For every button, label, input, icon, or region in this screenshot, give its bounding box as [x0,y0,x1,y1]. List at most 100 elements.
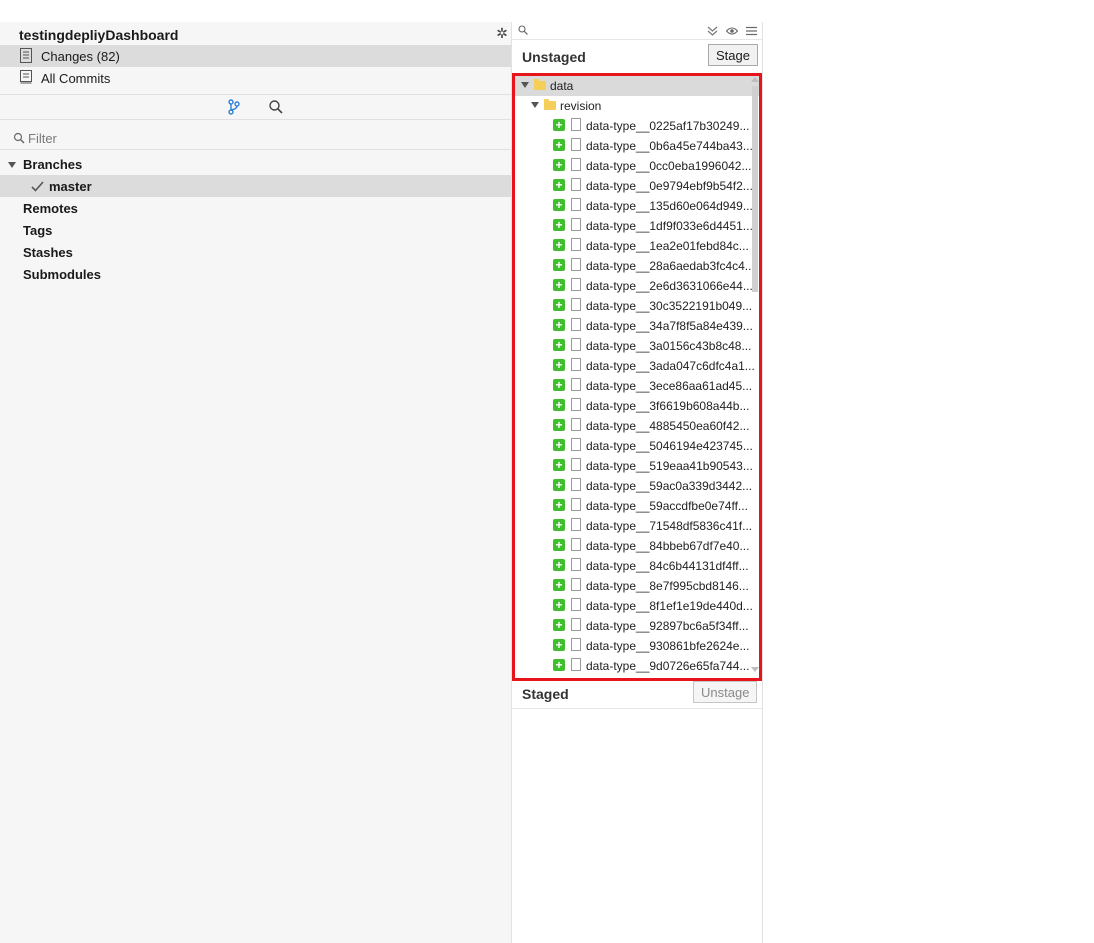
file-icon [571,238,581,251]
added-status-icon: + [553,319,565,331]
double-chevron-down-icon[interactable] [707,26,718,37]
added-status-icon: + [553,459,565,471]
file-row[interactable]: + data-type__28a6aedab3fc4c4... [515,256,759,276]
file-row[interactable]: + data-type__84bbeb67df7e40... [515,536,759,556]
file-icon [571,578,581,591]
stage-button[interactable]: Stage [708,44,758,66]
added-status-icon: + [553,219,565,231]
added-status-icon: + [553,199,565,211]
added-status-icon: + [553,499,565,511]
remotes-label: Remotes [23,201,78,216]
eye-icon[interactable] [726,26,738,36]
nav-changes-label: Changes (82) [41,49,120,64]
branch-icon[interactable] [226,99,242,115]
file-icon [571,178,581,191]
file-icon [571,378,581,391]
file-row[interactable]: + data-type__3ece86aa61ad45... [515,376,759,396]
divider [0,94,511,95]
divider [0,149,511,150]
file-icon [571,338,581,351]
folder-row-data[interactable]: data [515,76,759,96]
filter-input[interactable] [6,128,506,148]
scroll-down-icon[interactable] [751,667,759,672]
unstage-button[interactable]: Unstage [693,681,758,703]
gear-icon[interactable]: ✲ [495,26,509,40]
folder-row-revision[interactable]: revision [515,96,759,116]
file-name: data-type__1df9f033e6d4451... [586,219,753,233]
file-row[interactable]: + data-type__71548df5836c41f... [515,516,759,536]
added-status-icon: + [553,379,565,391]
tree-stashes[interactable]: Stashes [0,241,511,263]
file-row[interactable]: + data-type__1df9f033e6d4451... [515,216,759,236]
file-row[interactable]: + data-type__0b6a45e744ba43... [515,136,759,156]
file-name: data-type__8f1ef1e19de440d... [586,599,753,613]
added-status-icon: + [553,659,565,671]
file-row[interactable]: + data-type__3f6619b608a44b... [515,396,759,416]
unstaged-file-tree[interactable]: data revision + data-type__0225af17b30249… [512,73,762,681]
file-row[interactable]: + data-type__9d0726e65fa744... [515,656,759,676]
file-row[interactable]: + data-type__519eaa41b90543... [515,456,759,476]
file-row[interactable]: + data-type__84c6b44131df4ff... [515,556,759,576]
file-icon [571,558,581,571]
file-name: data-type__3ada047c6dfc4a1... [586,359,755,373]
file-row[interactable]: + data-type__92897bc6a5f34ff... [515,616,759,636]
file-name: data-type__30c3522191b049... [586,299,753,313]
scrollbar[interactable] [751,76,759,678]
file-icon [571,318,581,331]
file-name: data-type__0b6a45e744ba43... [586,139,753,153]
file-icon [571,258,581,271]
file-row[interactable]: + data-type__3a0156c43b8c48... [515,336,759,356]
file-icon [571,218,581,231]
caret-down-icon[interactable] [531,102,539,108]
file-row[interactable]: + data-type__4885450ea60f42... [515,416,759,436]
added-status-icon: + [553,159,565,171]
tree-branches[interactable]: Branches [0,153,511,175]
file-row[interactable]: + data-type__135d60e064d949... [515,196,759,216]
added-status-icon: + [553,279,565,291]
added-status-icon: + [553,179,565,191]
added-status-icon: + [553,599,565,611]
file-row[interactable]: + data-type__2e6d3631066e44... [515,276,759,296]
folder-icon [544,99,556,110]
added-status-icon: + [553,239,565,251]
current-branch-label: master [49,179,92,194]
caret-down-icon[interactable] [8,162,16,168]
nav-changes[interactable]: Changes (82) [0,45,511,67]
file-icon [571,498,581,511]
added-status-icon: + [553,299,565,311]
file-row[interactable]: + data-type__8f1ef1e19de440d... [515,596,759,616]
file-row[interactable]: + data-type__1ea2e01febd84c... [515,236,759,256]
scroll-up-icon[interactable] [751,77,759,82]
added-status-icon: + [553,439,565,451]
file-row[interactable]: + data-type__3ada047c6dfc4a1... [515,356,759,376]
file-name: data-type__34a7f8f5a84e439... [586,319,753,333]
tree-remotes[interactable]: Remotes [0,197,511,219]
file-row[interactable]: + data-type__0e9794ebf9b54f2... [515,176,759,196]
file-row[interactable]: + data-type__59ac0a339d3442... [515,476,759,496]
tree-submodules[interactable]: Submodules [0,263,511,285]
added-status-icon: + [553,579,565,591]
scrollbar-thumb[interactable] [752,86,758,292]
file-row[interactable]: + data-type__0cc0eba1996042... [515,156,759,176]
file-row[interactable]: + data-type__59accdfbe0e74ff... [515,496,759,516]
caret-down-icon[interactable] [521,82,529,88]
list-menu-icon[interactable] [746,26,757,36]
file-name: data-type__0225af17b30249... [586,119,750,133]
file-row[interactable]: + data-type__0225af17b30249... [515,116,759,136]
tree-tags[interactable]: Tags [0,219,511,241]
tree-branch-master[interactable]: master [0,175,511,197]
sidebar: testingdepliyDashboard ✲ Changes (82) Al… [0,22,511,943]
file-name: data-type__8e7f995cbd8146... [586,579,749,593]
file-row[interactable]: + data-type__5046194e423745... [515,436,759,456]
file-row[interactable]: + data-type__30c3522191b049... [515,296,759,316]
file-row[interactable]: + data-type__930861bfe2624e... [515,636,759,656]
file-name: data-type__71548df5836c41f... [586,519,753,533]
checkmark-icon [31,181,44,192]
search-icon[interactable] [518,25,528,35]
staged-header: Staged Unstage [512,677,762,709]
file-row[interactable]: + data-type__8e7f995cbd8146... [515,576,759,596]
nav-all-commits[interactable]: All Commits [0,67,511,89]
file-row[interactable]: + data-type__34a7f8f5a84e439... [515,316,759,336]
search-icon[interactable] [268,99,284,115]
file-name: data-type__84bbeb67df7e40... [586,539,750,553]
